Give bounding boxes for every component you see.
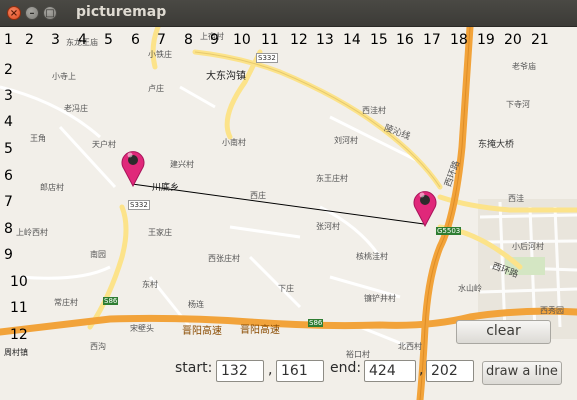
start-separator: , — [268, 362, 273, 378]
end-x-field[interactable]: 424 — [364, 360, 416, 382]
close-window-button[interactable]: × — [7, 6, 21, 20]
title-bar: × – □ picturemap — [0, 0, 577, 27]
place-label: 西洼 — [508, 194, 524, 203]
place-label: 水山岭 — [458, 284, 482, 293]
road-shield-s332-b: S332 — [128, 200, 150, 210]
grid-col-label: 15 — [370, 32, 388, 48]
grid-col-label: 12 — [290, 32, 308, 48]
grid-row-label: 12 — [10, 327, 28, 343]
grid-col-label: 18 — [450, 32, 468, 48]
grid-row-label: 4 — [4, 114, 13, 130]
grid-col-label: 17 — [423, 32, 441, 48]
grid-row-label: 11 — [10, 300, 28, 316]
grid-row-label: 9 — [4, 247, 13, 263]
place-label: 东村 — [142, 280, 158, 289]
place-label: 西秀园 — [540, 306, 564, 315]
grid-row-label: 7 — [4, 194, 13, 210]
place-label: 西沟 — [90, 342, 106, 351]
place-label: 张河村 — [316, 222, 340, 231]
grid-col-label: 3 — [51, 32, 60, 48]
place-label: 小南村 — [222, 138, 246, 147]
grid-row-label: 5 — [4, 141, 13, 157]
place-label: 下庄 — [278, 284, 294, 293]
road-shield-s332-a: S332 — [256, 53, 278, 63]
place-label: 小铁庄 — [148, 50, 172, 59]
place-label: 天户村 — [92, 140, 116, 149]
road-shield-g5503: G5503 — [436, 227, 462, 235]
place-label: 南园 — [90, 250, 106, 259]
grid-col-label: 14 — [343, 32, 361, 48]
place-label: 北西村 — [398, 342, 422, 351]
end-separator: , — [419, 362, 424, 378]
grid-col-label: 13 — [316, 32, 334, 48]
road-label-jinyang-a: 晋阳高速 — [182, 326, 222, 337]
place-label: 王家庄 — [148, 228, 172, 237]
start-y-field[interactable]: 161 — [276, 360, 324, 382]
place-label: 王角 — [30, 134, 46, 143]
road-label-jinyang-b: 晋阳高速 — [240, 325, 280, 336]
end-label: end: — [330, 360, 362, 376]
draw-line-button[interactable]: draw a line — [482, 361, 562, 385]
place-label: 郎店村 — [40, 183, 64, 192]
grid-col-label: 9 — [210, 32, 219, 48]
place-label: 西洼村 — [362, 106, 386, 115]
grid-col-label: 21 — [531, 32, 549, 48]
grid-col-label: 7 — [157, 32, 166, 48]
grid-col-label: 16 — [396, 32, 414, 48]
grid-row-label: 8 — [4, 221, 13, 237]
grid-col-label: 6 — [131, 32, 140, 48]
place-label: 周村镇 — [4, 348, 28, 357]
place-label: 老爷庙 — [512, 62, 536, 71]
place-label: 杨连 — [188, 300, 204, 309]
grid-row-label: 3 — [4, 88, 13, 104]
place-label: 西庄 — [250, 191, 266, 200]
place-label: 建兴村 — [170, 160, 194, 169]
start-marker[interactable] — [120, 147, 146, 187]
place-label: 小寺上 — [52, 72, 76, 81]
place-label: 宋壁头 — [130, 324, 154, 333]
place-label: 核桃洼村 — [356, 252, 388, 261]
place-label: 常庄村 — [54, 298, 78, 307]
end-y-field[interactable]: 202 — [426, 360, 474, 382]
grid-col-label: 5 — [104, 32, 113, 48]
grid-col-label: 1 — [4, 32, 13, 48]
place-label: 镰铲井村 — [364, 294, 396, 303]
grid-col-label: 19 — [477, 32, 495, 48]
place-label: 东王庄村 — [316, 174, 348, 183]
road-shield-s86-a: S86 — [103, 297, 119, 305]
place-label: 下寺河 — [506, 100, 530, 109]
place-label: 大东沟镇 — [206, 71, 246, 82]
place-label: 小后河村 — [512, 242, 544, 251]
grid-row-label: 6 — [4, 168, 13, 184]
minimize-window-button[interactable]: – — [25, 6, 39, 20]
start-label: start: — [175, 360, 213, 376]
grid-col-label: 10 — [233, 32, 251, 48]
grid-row-label: 2 — [4, 62, 13, 78]
maximize-window-button[interactable]: □ — [43, 6, 57, 20]
road-shield-s86-b: S86 — [308, 319, 324, 327]
clear-button[interactable]: clear — [456, 320, 551, 344]
place-label: 裕口村 — [346, 350, 370, 359]
grid-row-label: 10 — [10, 274, 28, 290]
place-label: 刘河村 — [334, 136, 358, 145]
grid-col-label: 4 — [78, 32, 87, 48]
place-label: 东掩大桥 — [478, 140, 515, 150]
map-canvas — [0, 27, 577, 400]
place-label: 卢庄 — [148, 84, 164, 93]
place-label: 川底乡 — [152, 183, 180, 193]
grid-col-label: 2 — [25, 32, 34, 48]
place-label: 西张庄村 — [208, 254, 240, 263]
place-label: 老冯庄 — [64, 104, 88, 113]
grid-col-label: 20 — [504, 32, 522, 48]
window-title: picturemap — [76, 4, 167, 20]
start-x-field[interactable]: 132 — [216, 360, 264, 382]
grid-col-label: 8 — [184, 32, 193, 48]
place-label: 上岭西村 — [16, 228, 48, 237]
end-marker[interactable] — [412, 187, 438, 227]
map-view[interactable]: S332 陵沁线 西环路 S332 G5503 S86 晋阳高速 晋阳高速 S8… — [0, 27, 577, 400]
grid-col-label: 11 — [261, 32, 279, 48]
